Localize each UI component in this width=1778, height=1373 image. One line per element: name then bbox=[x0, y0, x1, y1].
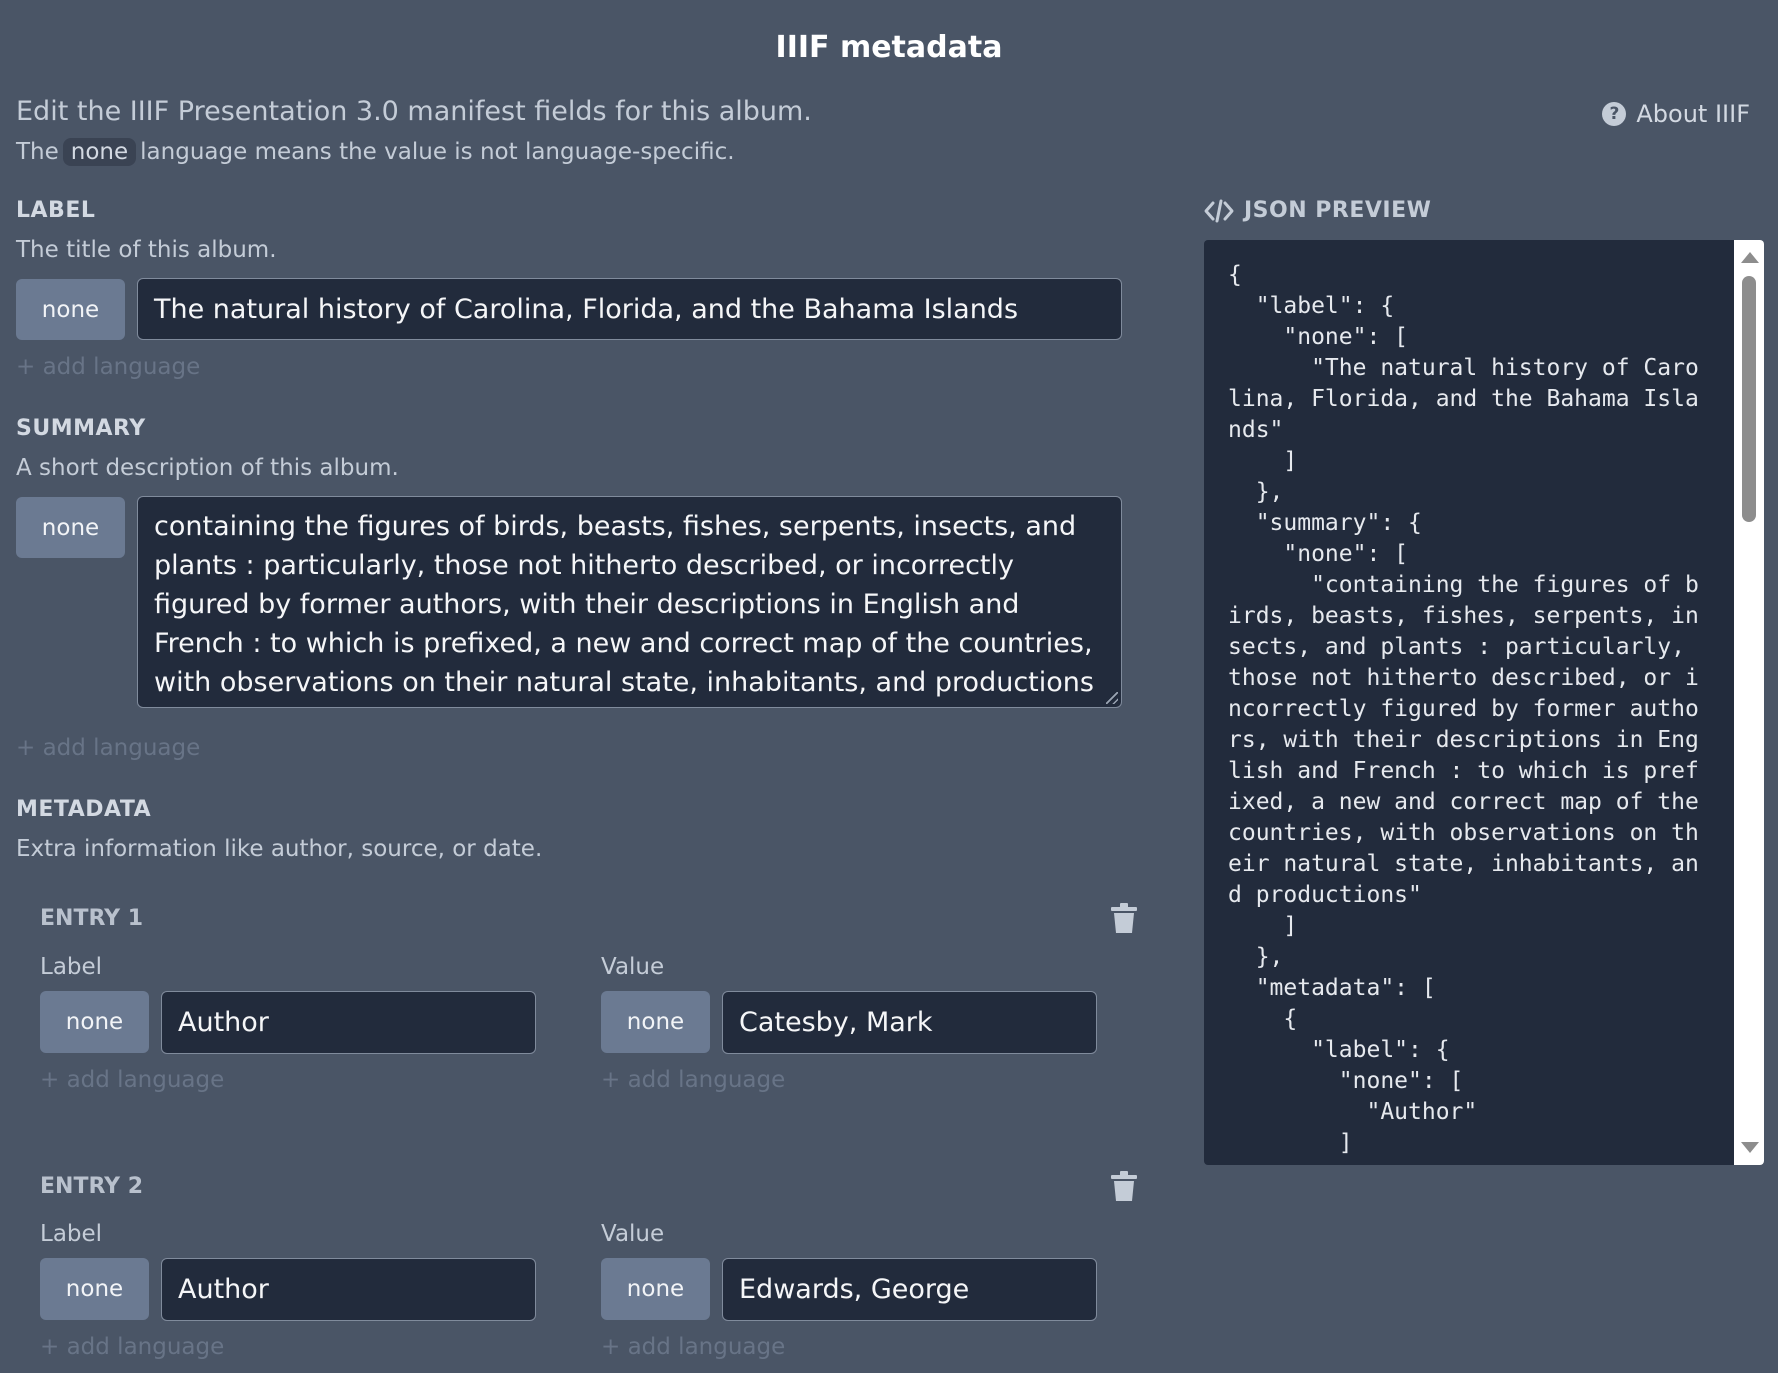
scroll-down-arrow-icon[interactable] bbox=[1741, 1142, 1759, 1153]
entry-value-input[interactable]: Edwards, George bbox=[722, 1258, 1097, 1321]
entry-title: ENTRY 1 bbox=[40, 906, 144, 931]
entry-label-caption: Label bbox=[40, 954, 103, 980]
metadata-section-title: METADATA bbox=[16, 797, 152, 822]
entry-value-caption: Value bbox=[601, 954, 665, 980]
summary-language-button[interactable]: none bbox=[16, 497, 125, 558]
about-iiif-label: About IIIF bbox=[1636, 100, 1750, 128]
intro-note: The none language means the value is not l… bbox=[16, 138, 735, 166]
label-section-title: LABEL bbox=[16, 198, 96, 223]
entry-label-add-language-link[interactable]: + add language bbox=[40, 1334, 224, 1360]
summary-section-description: A short description of this album. bbox=[16, 455, 399, 481]
entry-value-add-language-link[interactable]: + add language bbox=[601, 1067, 785, 1093]
json-preview-title: JSON PREVIEW bbox=[1244, 198, 1432, 223]
label-section-description: The title of this album. bbox=[16, 237, 277, 263]
label-add-language-link[interactable]: + add language bbox=[16, 354, 200, 380]
scrollbar-thumb[interactable] bbox=[1742, 276, 1756, 522]
entry-value-language-button[interactable]: none bbox=[601, 991, 710, 1053]
scroll-up-arrow-icon[interactable] bbox=[1741, 252, 1759, 263]
summary-add-language-link[interactable]: + add language bbox=[16, 735, 200, 761]
label-language-button[interactable]: none bbox=[16, 279, 125, 340]
json-preview-header: JSON PREVIEW bbox=[1204, 198, 1431, 223]
label-input[interactable]: The natural history of Carolina, Florida… bbox=[137, 278, 1122, 340]
json-preview-scrollbar[interactable] bbox=[1734, 240, 1764, 1165]
entry-label-input[interactable]: Author bbox=[161, 991, 536, 1054]
summary-textarea[interactable]: containing the figures of birds, beasts,… bbox=[137, 496, 1122, 708]
entry-value-input[interactable]: Catesby, Mark bbox=[722, 991, 1097, 1054]
json-preview-panel[interactable]: { "label": { "none": [ "The natural hist… bbox=[1204, 240, 1764, 1165]
entry-label-language-button[interactable]: none bbox=[40, 991, 149, 1053]
entry-label-input[interactable]: Author bbox=[161, 1258, 536, 1321]
entry-label-caption: Label bbox=[40, 1221, 103, 1247]
code-icon bbox=[1204, 199, 1234, 222]
resize-grip-icon[interactable] bbox=[1106, 692, 1118, 704]
summary-section-title: SUMMARY bbox=[16, 416, 146, 441]
entry-value-language-button[interactable]: none bbox=[601, 1258, 710, 1320]
entry-value-caption: Value bbox=[601, 1221, 665, 1247]
page-title: IIIF metadata bbox=[775, 30, 1003, 65]
entry-label-add-language-link[interactable]: + add language bbox=[40, 1067, 224, 1093]
summary-text: containing the figures of birds, beasts,… bbox=[154, 511, 1094, 698]
trash-icon[interactable] bbox=[1111, 903, 1137, 933]
entry-label-language-button[interactable]: none bbox=[40, 1258, 149, 1320]
json-preview-code: { "label": { "none": [ "The natural hist… bbox=[1228, 262, 1699, 1156]
intro-note-post: language means the value is not language… bbox=[140, 139, 735, 165]
intro-note-pre: The bbox=[16, 139, 59, 165]
trash-icon[interactable] bbox=[1111, 1171, 1137, 1201]
metadata-section-description: Extra information like author, source, o… bbox=[16, 836, 543, 862]
help-circle-icon: ? bbox=[1602, 102, 1627, 126]
entry-value-add-language-link[interactable]: + add language bbox=[601, 1334, 785, 1360]
about-iiif-link[interactable]: ? About IIIF bbox=[1602, 100, 1750, 128]
intro-text: Edit the IIIF Presentation 3.0 manifest … bbox=[16, 96, 812, 127]
none-code-chip: none bbox=[62, 138, 137, 166]
entry-title: ENTRY 2 bbox=[40, 1174, 144, 1199]
